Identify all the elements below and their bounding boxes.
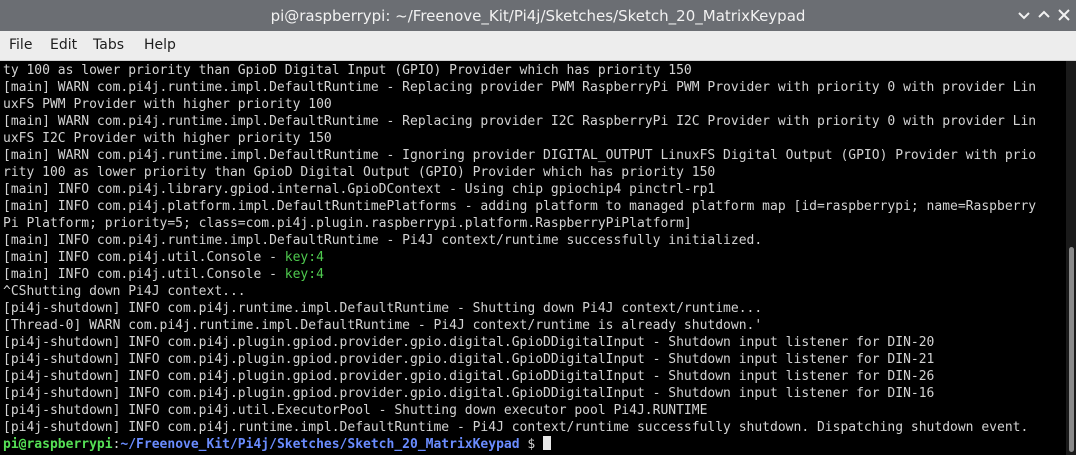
terminal-line-text: Pi Platform; priority=5; class=com.pi4j.… (3, 216, 692, 231)
terminal-line: [main] INFO com.pi4j.util.Console - key:… (0, 249, 1066, 266)
terminal-line: [main] WARN com.pi4j.runtime.impl.Defaul… (0, 79, 1066, 96)
terminal-line: rity 100 as lower priority than GpioD Di… (0, 164, 1066, 181)
menu-tabs[interactable]: Tabs (93, 37, 124, 53)
terminal-line-text: rity 100 as lower priority than GpioD Di… (3, 165, 716, 180)
terminal-line: Pi Platform; priority=5; class=com.pi4j.… (0, 215, 1066, 232)
terminal-line: [pi4j-shutdown] INFO com.pi4j.plugin.gpi… (0, 385, 1066, 402)
terminal-line-text: ty 100 as lower priority than GpioD Digi… (3, 63, 692, 78)
terminal-line-text: [main] WARN com.pi4j.runtime.impl.Defaul… (3, 114, 1037, 129)
terminal-line-text: [main] INFO com.pi4j.util.Console - (3, 267, 285, 282)
title-bar[interactable]: pi@raspberrypi: ~/Freenove_Kit/Pi4j/Sket… (0, 0, 1076, 31)
terminal-line: [main] INFO com.pi4j.platform.impl.Defau… (0, 198, 1066, 215)
terminal-line: uxFS PWM Provider with higher priority 1… (0, 96, 1066, 113)
terminal-line: ty 100 as lower priority than GpioD Digi… (0, 62, 1066, 79)
terminal-line: [pi4j-shutdown] INFO com.pi4j.plugin.gpi… (0, 334, 1066, 351)
terminal-output[interactable]: ty 100 as lower priority than GpioD Digi… (0, 61, 1066, 455)
text-cursor (543, 436, 552, 450)
close-icon[interactable] (1054, 5, 1074, 25)
key-value-highlight: key:4 (284, 250, 324, 265)
terminal-line-text: [pi4j-shutdown] INFO com.pi4j.plugin.gpi… (3, 335, 935, 350)
terminal-line: ^CShutting down Pi4J context... (0, 283, 1066, 300)
terminal-line-text: [main] INFO com.pi4j.platform.impl.Defau… (3, 199, 1037, 214)
terminal-line: [pi4j-shutdown] INFO com.pi4j.util.Execu… (0, 402, 1066, 419)
terminal-window: pi@raspberrypi: ~/Freenove_Kit/Pi4j/Sket… (0, 0, 1076, 455)
menu-bar: File Edit Tabs Help (0, 31, 1076, 61)
terminal-line-text: [pi4j-shutdown] INFO com.pi4j.plugin.gpi… (3, 352, 935, 367)
terminal-line: [main] INFO com.pi4j.util.Console - key:… (0, 266, 1066, 283)
terminal-line: [pi4j-shutdown] INFO com.pi4j.runtime.im… (0, 419, 1066, 436)
terminal-line: [main] WARN com.pi4j.runtime.impl.Defaul… (0, 113, 1066, 130)
terminal-line-text: [pi4j-shutdown] INFO com.pi4j.util.Execu… (3, 403, 708, 418)
scrollbar-thumb[interactable] (1069, 247, 1074, 452)
menu-edit[interactable]: Edit (50, 37, 77, 53)
terminal-line: [pi4j-shutdown] INFO com.pi4j.runtime.im… (0, 300, 1066, 317)
shell-prompt-line[interactable]: pi@raspberrypi:~/Freenove_Kit/Pi4j/Sketc… (0, 436, 1066, 453)
terminal-line-text: [main] WARN com.pi4j.runtime.impl.Defaul… (3, 80, 1037, 95)
terminal-line-text: uxFS I2C Provider with higher priority 1… (3, 131, 332, 146)
terminal-line-text: [Thread-0] WARN com.pi4j.runtime.impl.De… (3, 318, 763, 333)
terminal-line-text: [pi4j-shutdown] INFO com.pi4j.runtime.im… (3, 420, 1029, 435)
terminal-line: [Thread-0] WARN com.pi4j.runtime.impl.De… (0, 317, 1066, 334)
terminal-line: [main] INFO com.pi4j.runtime.impl.Defaul… (0, 232, 1066, 249)
terminal-line: [main] INFO com.pi4j.library.gpiod.inter… (0, 181, 1066, 198)
vertical-scrollbar[interactable] (1066, 61, 1076, 455)
terminal-line: [pi4j-shutdown] INFO com.pi4j.plugin.gpi… (0, 351, 1066, 368)
chevron-down-icon[interactable] (1014, 5, 1034, 25)
key-value-highlight: key:4 (284, 267, 324, 282)
output-lines: ty 100 as lower priority than GpioD Digi… (0, 61, 1066, 436)
terminal-line-text: [main] WARN com.pi4j.runtime.impl.Defaul… (3, 148, 1037, 163)
maximize-icon[interactable] (1034, 5, 1054, 25)
terminal-line: [pi4j-shutdown] INFO com.pi4j.plugin.gpi… (0, 368, 1066, 385)
terminal-line-text: [main] INFO com.pi4j.util.Console - (3, 250, 285, 265)
prompt-user: pi@raspberrypi (3, 437, 113, 452)
terminal-line: uxFS I2C Provider with higher priority 1… (0, 130, 1066, 147)
prompt-path: ~/Freenove_Kit/Pi4j/Sketches/Sketch_20_M… (120, 437, 520, 452)
terminal-line-text: [main] INFO com.pi4j.runtime.impl.Defaul… (3, 233, 763, 248)
terminal-line-text: [pi4j-shutdown] INFO com.pi4j.runtime.im… (3, 301, 763, 316)
terminal-line-text: [main] INFO com.pi4j.library.gpiod.inter… (3, 182, 716, 197)
terminal-line-text: uxFS PWM Provider with higher priority 1… (3, 97, 332, 112)
terminal-line: [main] WARN com.pi4j.runtime.impl.Defaul… (0, 147, 1066, 164)
window-title: pi@raspberrypi: ~/Freenove_Kit/Pi4j/Sket… (270, 7, 806, 25)
terminal-line-text: [pi4j-shutdown] INFO com.pi4j.plugin.gpi… (3, 369, 935, 384)
menu-file[interactable]: File (9, 37, 32, 53)
menu-help[interactable]: Help (144, 37, 176, 53)
prompt-symbol: $ (519, 437, 544, 452)
terminal-line-text: ^CShutting down Pi4J context... (3, 284, 246, 299)
terminal-line-text: [pi4j-shutdown] INFO com.pi4j.plugin.gpi… (3, 386, 935, 401)
